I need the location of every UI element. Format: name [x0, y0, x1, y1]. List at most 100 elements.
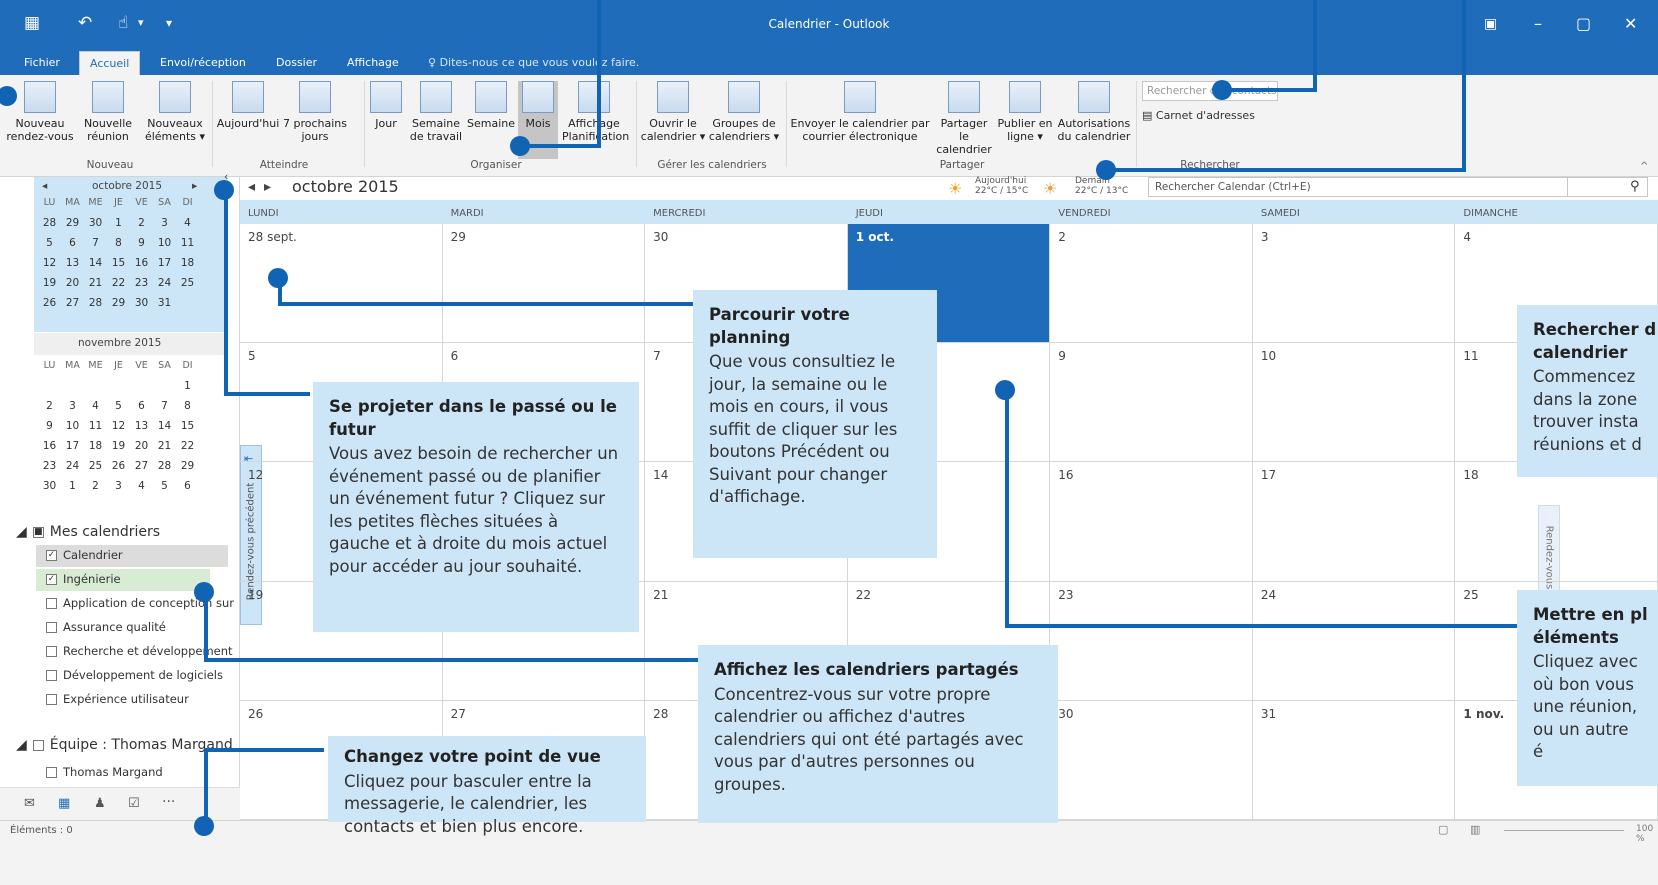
address-book-button[interactable]: ▤ Carnet d'adresses [1142, 109, 1255, 122]
mini-calendar-day[interactable]: 1 [61, 477, 84, 495]
calendar-item[interactable]: Expérience utilisateur [46, 692, 189, 706]
day-cell[interactable]: 16 [1050, 462, 1253, 582]
mini-calendar-day[interactable]: 3 [107, 477, 130, 495]
mini-calendar-day[interactable]: 5 [38, 234, 61, 252]
open-calendar-button[interactable]: Ouvrir le calendrier ▾ [640, 81, 706, 143]
mini-calendar-day[interactable]: 22 [176, 437, 199, 455]
mini-calendar-day[interactable]: 21 [153, 437, 176, 455]
calendar-checkbox[interactable] [46, 621, 57, 633]
mini-calendar-day[interactable]: 28 [153, 457, 176, 475]
mini-calendar-day[interactable]: 11 [84, 417, 107, 435]
mini-calendar-day[interactable]: 18 [176, 254, 199, 272]
mini-calendar-day[interactable]: 24 [153, 274, 176, 292]
more-icon[interactable]: ··· [162, 794, 175, 810]
mini-calendar-day[interactable]: 22 [107, 274, 130, 292]
mini-calendar-day[interactable]: 17 [153, 254, 176, 272]
mini-calendar-day[interactable]: 28 [84, 294, 107, 312]
mini-calendar-day[interactable]: 7 [153, 397, 176, 415]
prev-month-icon[interactable]: ◂ [42, 180, 47, 192]
mini-calendar-day[interactable]: 2 [84, 477, 107, 495]
mini-calendar-day[interactable]: 26 [107, 457, 130, 475]
calendar-checkbox[interactable] [46, 669, 57, 681]
mini-calendar-day[interactable]: 9 [38, 417, 61, 435]
day-cell[interactable]: 31 [1252, 700, 1456, 820]
new-appointment-button[interactable]: Nouveau rendez-vous [6, 81, 74, 143]
mini-calendar-day[interactable]: 25 [84, 457, 107, 475]
group-checkbox[interactable]: ■ [32, 526, 44, 538]
calendar-item[interactable]: Développement de logiciels [46, 668, 223, 682]
mini-calendar-day[interactable]: 23 [38, 457, 61, 475]
mini-calendar-day[interactable]: 29 [176, 457, 199, 475]
mini-calendar-day[interactable]: 30 [84, 214, 107, 232]
mini-calendar-day[interactable]: 5 [107, 397, 130, 415]
tasks-icon[interactable]: ☑ [128, 796, 140, 811]
mini-calendar-day[interactable]: 14 [84, 254, 107, 272]
people-icon[interactable]: ♟ [94, 796, 106, 811]
mini-calendar-day[interactable]: 15 [107, 254, 130, 272]
mini-calendar-day[interactable]: 10 [153, 234, 176, 252]
maximize-icon[interactable]: ▢ [1576, 14, 1591, 34]
day-cell[interactable]: 24 [1252, 581, 1456, 701]
tab-fichier[interactable]: Fichier [24, 56, 60, 69]
ribbon-display-icon[interactable]: ▣ [1484, 14, 1497, 34]
mini-calendar-day[interactable]: 8 [176, 397, 199, 415]
search-input-extension[interactable]: ⚲ [1568, 177, 1648, 197]
schedule-view-button[interactable]: Affichage Planification [562, 81, 629, 143]
day-cell[interactable]: 29 [442, 224, 646, 344]
today-button[interactable]: Aujourd'hui [216, 81, 280, 130]
mini-calendar-day[interactable]: 16 [130, 254, 153, 272]
mini-calendar-day[interactable]: 5 [153, 477, 176, 495]
mini-calendar-day[interactable]: 10 [61, 417, 84, 435]
mini-calendar-day[interactable]: 13 [61, 254, 84, 272]
zoom-slider[interactable] [1504, 830, 1624, 831]
mini-calendar-day[interactable]: 20 [61, 274, 84, 292]
day-view-button[interactable]: Jour [366, 81, 406, 130]
mini-calendar-day[interactable]: 27 [61, 294, 84, 312]
mini-calendar-day[interactable]: 2 [130, 214, 153, 232]
mini-calendar-day[interactable]: 8 [107, 234, 130, 252]
calendar-item-team-member[interactable]: Thomas Margand [46, 765, 163, 779]
team-calendar-group[interactable]: ◢ Équipe : Thomas Margand [16, 737, 233, 753]
new-items-button[interactable]: Nouveaux éléments ▾ [142, 81, 208, 143]
collapse-ribbon-icon[interactable]: ^ [1640, 161, 1648, 172]
mini-calendar-day[interactable]: 6 [176, 477, 199, 495]
mini-calendar-day[interactable]: 12 [107, 417, 130, 435]
mini-calendar-day[interactable]: 7 [84, 234, 107, 252]
normal-view-icon[interactable]: ▢ [1438, 823, 1448, 836]
next-month-icon[interactable]: ▸ [264, 179, 271, 195]
calendar-item[interactable]: ✓ Calendrier [46, 548, 123, 562]
email-calendar-button[interactable]: Envoyer le calendrier par courrier électr… [790, 81, 930, 143]
mini-calendar-day[interactable]: 3 [153, 214, 176, 232]
mini-calendar-day[interactable]: 2 [38, 397, 61, 415]
day-cell[interactable]: 18 [1455, 462, 1658, 582]
mini-calendar-day[interactable]: 4 [84, 397, 107, 415]
calendar-checkbox[interactable]: ✓ [46, 573, 57, 585]
calendar-icon[interactable]: ▦ [58, 796, 70, 811]
mini-calendar-day[interactable]: 26 [38, 294, 61, 312]
new-meeting-button[interactable]: Nouvelle réunion [78, 81, 138, 143]
minimize-icon[interactable]: – [1534, 14, 1542, 34]
work-week-button[interactable]: Semaine de travail [408, 81, 464, 143]
calendar-checkbox[interactable]: ✓ [46, 549, 57, 561]
mini-calendar-day[interactable]: 16 [38, 437, 61, 455]
mini-calendar-day[interactable]: 12 [38, 254, 61, 272]
calendar-checkbox[interactable] [46, 766, 57, 778]
publish-online-button[interactable]: Publier en ligne ▾ [996, 81, 1054, 143]
group-checkbox[interactable] [32, 739, 44, 751]
calendar-groups-button[interactable]: Groupes de calendriers ▾ [708, 81, 780, 143]
calendar-checkbox[interactable] [46, 645, 57, 657]
prev-month-icon[interactable]: ◂ [248, 179, 255, 195]
mini-calendar-day[interactable]: 30 [130, 294, 153, 312]
mini-calendar-day[interactable]: 6 [130, 397, 153, 415]
calendar-checkbox[interactable] [46, 597, 57, 609]
share-calendar-button[interactable]: Partager le calendrier [934, 81, 994, 156]
mini-calendar-day[interactable]: 11 [176, 234, 199, 252]
day-cell[interactable]: 3 [1252, 224, 1456, 344]
mini-calendar-day[interactable]: 25 [176, 274, 199, 292]
search-calendar-input[interactable]: Rechercher Calendar (Ctrl+E) [1148, 177, 1568, 197]
mini-calendar-day[interactable]: 24 [61, 457, 84, 475]
tab-dossier[interactable]: Dossier [276, 56, 317, 69]
calendar-checkbox[interactable] [46, 693, 57, 705]
day-cell[interactable]: 17 [1252, 462, 1456, 582]
reading-view-icon[interactable]: ▥ [1470, 823, 1480, 836]
